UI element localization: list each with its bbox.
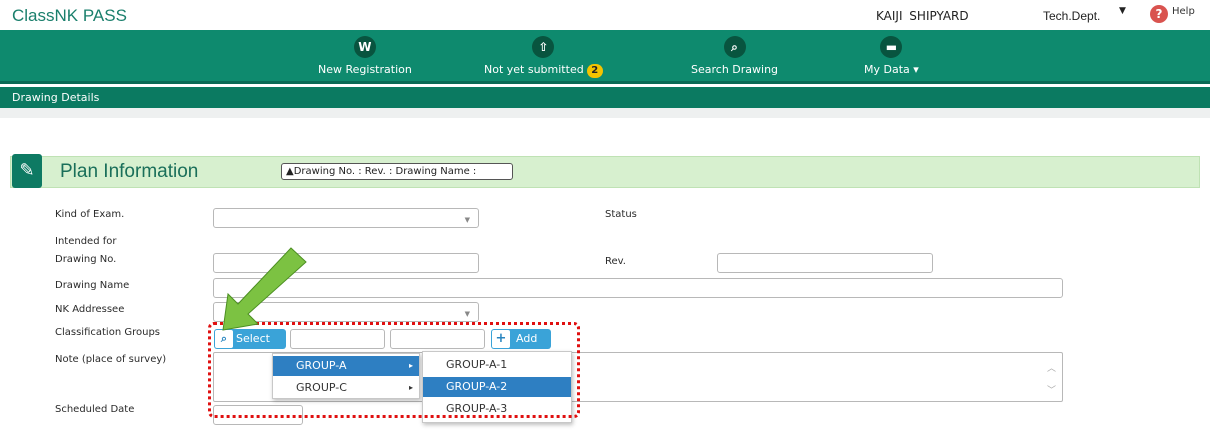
pointer-arrow-icon xyxy=(222,247,307,331)
